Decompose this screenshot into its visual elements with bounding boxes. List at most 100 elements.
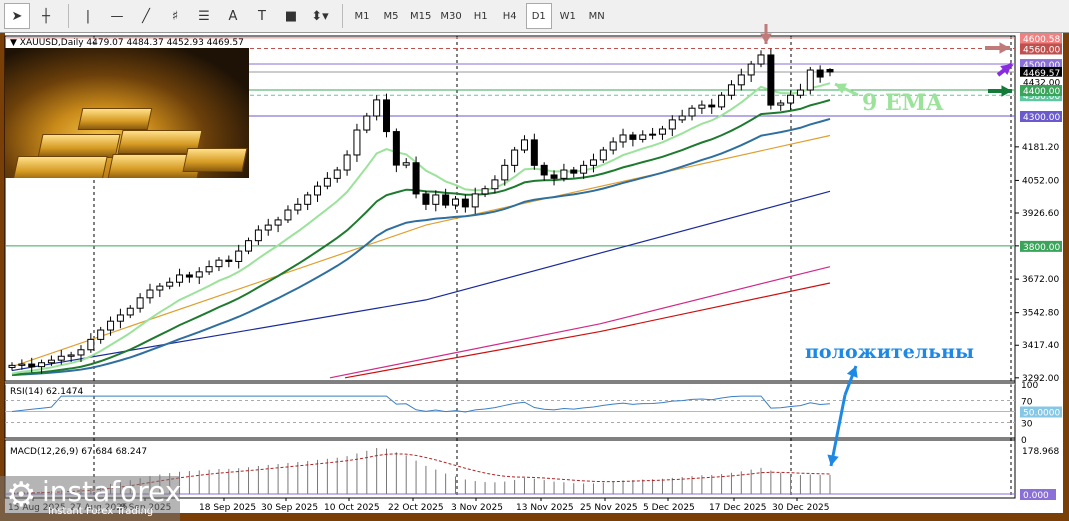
candle — [333, 169, 341, 179]
date-label: 25 Nov 2025 — [580, 503, 638, 513]
candle — [511, 149, 519, 166]
candle — [619, 134, 627, 143]
arrow-4560-icon-head — [999, 42, 1010, 54]
candle — [176, 274, 184, 283]
candle — [816, 69, 824, 78]
candle — [235, 250, 243, 262]
candle — [363, 115, 371, 131]
rsi-pane — [4, 382, 1016, 439]
candle — [629, 134, 637, 140]
candle — [166, 281, 174, 287]
candle — [777, 102, 785, 106]
candle — [294, 203, 302, 211]
candle — [373, 99, 381, 117]
candle — [737, 74, 745, 86]
candle — [639, 134, 647, 140]
candle — [442, 194, 450, 206]
date-label: 17 Dec 2025 — [709, 503, 767, 513]
price-tick-label: 3926.60 — [1022, 209, 1059, 219]
candle — [599, 149, 607, 161]
date-label: 30 Dec 2025 — [772, 503, 830, 513]
candle — [796, 89, 804, 96]
candle — [530, 139, 538, 166]
candle — [589, 159, 597, 166]
candle — [116, 314, 124, 322]
candle — [156, 285, 164, 291]
candle — [422, 193, 430, 205]
date-label: 18 Sep 2025 — [199, 503, 256, 513]
price-label-4600.58: 4600.58 — [1023, 35, 1060, 45]
arrow-down-icon-head — [827, 454, 839, 466]
moving-average-line — [344, 282, 831, 379]
candle — [136, 297, 144, 309]
moving-average-line — [11, 190, 831, 372]
candle — [126, 307, 134, 316]
candle — [560, 169, 568, 179]
date-label: 30 Sep 2025 — [261, 503, 318, 513]
candle — [688, 107, 696, 117]
price-tick-label: 4181.20 — [1022, 143, 1059, 153]
candle — [747, 63, 755, 76]
rsi-axis-label: 0 — [1021, 436, 1027, 446]
watermark-brand: instaforex — [42, 475, 182, 508]
candle — [205, 266, 213, 273]
gear-logo-icon: ⚙ — [6, 475, 37, 515]
candle — [87, 338, 95, 351]
macd-axis-max: 178.968 — [1022, 447, 1059, 457]
candle — [284, 209, 292, 221]
candle — [274, 219, 282, 226]
instaforex-watermark: ⚙ instaforex Instant Forex Trading — [0, 475, 182, 521]
candle — [353, 129, 361, 156]
candle — [727, 84, 735, 96]
candle — [432, 194, 440, 205]
candle — [8, 364, 16, 368]
candle — [18, 363, 26, 366]
candle — [491, 179, 499, 190]
candle — [806, 69, 814, 91]
candle — [392, 131, 400, 166]
candle — [402, 162, 410, 166]
candle — [501, 164, 509, 181]
candle — [383, 99, 391, 133]
candle — [757, 54, 765, 65]
price-tick-label: 3672.00 — [1022, 275, 1059, 285]
candle — [57, 355, 65, 361]
candle — [97, 329, 105, 340]
gold-bars-image — [5, 48, 249, 178]
candle — [787, 94, 795, 104]
watermark-tagline: Instant Forex Trading — [48, 506, 154, 517]
candle — [47, 359, 55, 364]
candle — [826, 68, 834, 73]
candle — [107, 320, 115, 331]
candle — [343, 154, 351, 171]
arrow-down-icon — [829, 394, 847, 467]
candle — [461, 198, 469, 208]
price-label-4560.00: 4560.00 — [1023, 45, 1060, 55]
candle — [67, 354, 75, 357]
candle — [28, 363, 36, 368]
symbol-info: ▼ XAUUSD,Daily 4479.07 4484.37 4452.93 4… — [10, 38, 244, 48]
candle — [649, 133, 657, 136]
candle — [550, 174, 558, 179]
candle — [609, 141, 617, 151]
candle — [225, 259, 233, 262]
price-label-4300.00: 4300.00 — [1023, 113, 1060, 123]
candle — [520, 139, 528, 151]
candle — [580, 164, 588, 174]
rsi-line — [11, 395, 831, 413]
candle — [245, 240, 253, 252]
candle — [570, 169, 578, 174]
candle — [471, 193, 479, 208]
candle — [215, 259, 223, 268]
date-label: 5 Dec 2025 — [643, 503, 695, 513]
candle — [254, 229, 262, 242]
price-label-4400.00: 4400.00 — [1023, 87, 1060, 97]
price-tick-label: 3542.80 — [1022, 309, 1059, 319]
price-label-3800.00: 3800.00 — [1023, 243, 1060, 253]
candle — [698, 104, 706, 109]
rsi-axis-label: 70 — [1021, 398, 1033, 408]
rsi-axis-label: 100 — [1021, 381, 1038, 391]
date-label: 22 Oct 2025 — [388, 503, 444, 513]
rsi-label: RSI(14) 62.1474 — [10, 387, 83, 397]
candle — [658, 128, 666, 135]
